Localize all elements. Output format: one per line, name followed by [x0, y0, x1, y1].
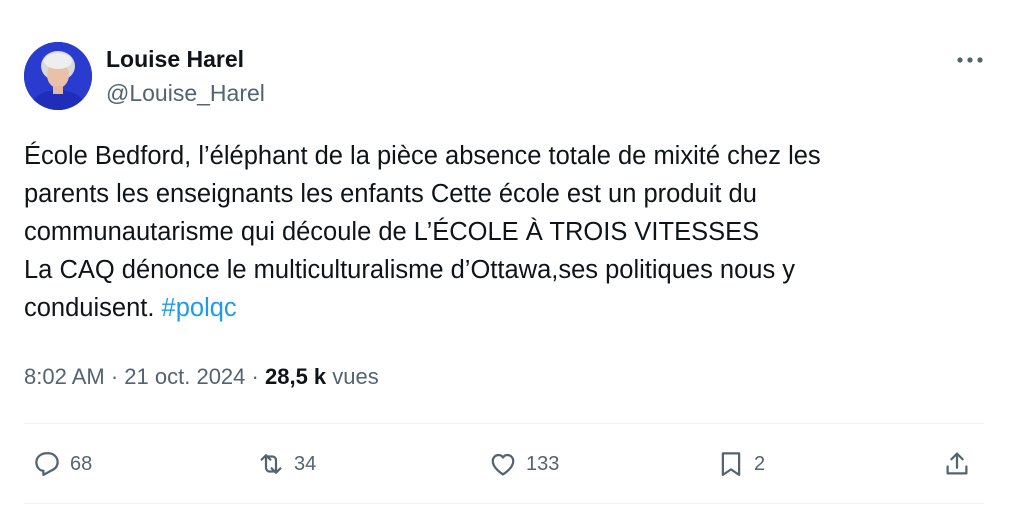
reply-bubble-icon [35, 452, 59, 476]
tweet-text-line: La CAQ dénonce le multiculturalisme d’Ot… [24, 256, 796, 284]
bookmark-button[interactable]: 2 [716, 448, 765, 480]
views-count: 28,5 k [264, 364, 327, 389]
repost-button[interactable]: 34 [256, 448, 316, 480]
tweet-meta: 8:02 AM · 21 oct. 2024 · 28,5 k vues [24, 362, 379, 392]
avatar-portrait-icon [24, 42, 92, 110]
avatar[interactable] [24, 42, 92, 110]
author-name[interactable]: Louise Harel [106, 44, 244, 74]
tweet-time[interactable]: 8:02 AM [24, 364, 105, 389]
tweet-text-last-line: conduisent. #polqc [24, 289, 984, 327]
like-count: 133 [526, 452, 560, 475]
hashtag-link[interactable]: #polqc [162, 294, 237, 322]
more-horizontal-icon [957, 57, 983, 63]
meta-separator: · [251, 364, 259, 389]
divider [24, 423, 984, 424]
repost-count: 34 [294, 452, 317, 475]
reply-count: 68 [70, 452, 93, 475]
like-button[interactable]: 133 [488, 448, 559, 480]
reply-button[interactable]: 68 [32, 448, 92, 480]
share-upload-icon [946, 452, 968, 475]
tweet-card: Louise Harel @Louise_Harel École Bedford… [0, 0, 1018, 510]
tweet-text: École Bedford, l’éléphant de la pièce ab… [24, 137, 984, 327]
more-options-button[interactable] [952, 48, 988, 72]
heart-icon [491, 453, 515, 476]
tweet-date[interactable]: 21 oct. 2024 [124, 364, 245, 389]
repost-arrows-icon [260, 454, 282, 474]
share-button[interactable] [942, 448, 972, 480]
tweet-text-line: conduisent. [24, 294, 155, 322]
meta-separator: · [110, 364, 119, 389]
tweet-text-line: communautarisme qui découle de L’ÉCOLE À… [24, 218, 760, 246]
tweet-text-line: parents les enseignants les enfants Cett… [24, 180, 757, 208]
bookmark-icon [721, 452, 741, 476]
divider [24, 503, 984, 504]
author-handle[interactable]: @Louise_Harel [106, 78, 265, 108]
bookmark-count: 2 [754, 452, 766, 475]
views-label: vues [332, 364, 379, 389]
tweet-text-line: École Bedford, l’éléphant de la pièce ab… [24, 142, 821, 170]
